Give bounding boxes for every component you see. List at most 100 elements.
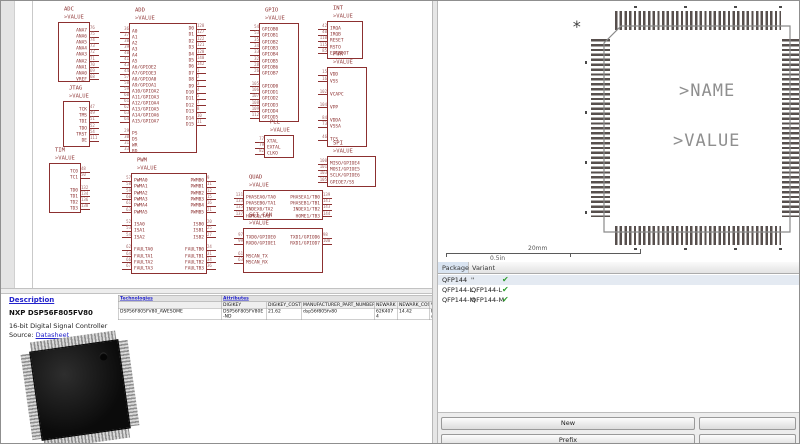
pin-number: 48 — [81, 166, 86, 171]
attr-value[interactable]: 21.62 — [266, 308, 302, 320]
pin-name: TDI — [78, 119, 87, 125]
part-summary: 16-bit Digital Signal Controller — [9, 322, 108, 330]
attr-value[interactable]: 62K4074 — [374, 308, 398, 320]
pin-number: 15 — [322, 69, 327, 74]
pin-number: 121 — [197, 42, 205, 48]
pin-number: 36 — [207, 263, 212, 269]
tick-mark — [684, 248, 687, 250]
attr-value[interactable]: 14.42 — [397, 308, 430, 320]
symbol-pwr[interactable]: PWR >VALUE VDD 15 VSS 16 VCAPC 102 VPP 104 VDDA 84 V… — [318, 51, 367, 147]
variant-name: '' — [471, 276, 475, 284]
description-link[interactable]: Description — [9, 296, 54, 304]
library-device-editor-window: ADC >VALUE ANA7 76 ANA6 75 ANA5 74 ANA4 73 ANA3 72 A… — [0, 0, 800, 444]
tick-mark — [585, 111, 587, 114]
package-preview-canvas[interactable]: * >NAME >VALUE 20mm 0.5in — [438, 1, 799, 262]
pin-line — [206, 268, 216, 270]
pin-name: RD — [132, 149, 138, 154]
pin-name: A15/GPIOA7 — [132, 119, 160, 124]
pin-name: PWMA0 — [134, 178, 148, 183]
symbol-tim[interactable]: TIM >VALUE TC0 48 TC1 50 TD0 132 TD1 134 TD2 136 TD3… — [49, 147, 90, 213]
pin-name: VSS — [330, 78, 339, 84]
origin-marker: * — [572, 17, 582, 36]
pin-name: VCAPC — [330, 91, 344, 97]
pin-number: 3 — [197, 81, 200, 86]
symbol-title: ADD — [135, 6, 145, 13]
column-header-variant[interactable]: Variant — [472, 264, 495, 272]
pin-number: 21 — [207, 207, 212, 212]
pin-number: 7 — [197, 100, 200, 105]
attr-value[interactable]: dsp56f805fv80 — [301, 308, 375, 320]
symbol-value-placeholder: >VALUE — [265, 14, 285, 21]
pin-name: GPIOD2 — [262, 96, 279, 102]
pin-number: 43 — [124, 62, 129, 67]
pin-number: 40 — [322, 29, 327, 35]
symbol-jtag[interactable]: JTAG >VALUE TCK 47 TMS 49 TDI 51 TDO 52 TRST 54 DE 11… — [63, 85, 99, 147]
pin-name: GPIOE7/SS — [330, 179, 355, 185]
symbol-value-placeholder: >VALUE — [64, 13, 84, 20]
pin-name: GPIOB3 — [262, 45, 279, 51]
pin-number: 109 — [251, 106, 259, 111]
pin-name: ANA3 — [76, 52, 87, 58]
package-value-placeholder: >VALUE — [673, 131, 741, 151]
symbol-sci_can[interactable]: SCI_CAN >VALUE TXD0/GPIOE0 97 RXD0/GPIOE1 99 M… — [234, 212, 332, 273]
pin-name: FAULTB1 — [185, 253, 204, 259]
variant-name: QFP144-L — [471, 286, 503, 294]
symbol-value-placeholder: >VALUE — [55, 154, 75, 161]
symbol-title: TIM — [55, 146, 65, 153]
pin-name: PWMA4 — [134, 203, 148, 209]
pin-name: TD2 — [69, 200, 78, 205]
pin-number: 141 — [323, 198, 331, 204]
symbol-gpio[interactable]: GPIO >VALUE GPIOB0 54 GPIOB1 53 GPIOB2 35 GPIOB3… — [250, 7, 299, 122]
column-header-package[interactable]: Package ▴ — [438, 262, 469, 273]
technology-value[interactable]: DSP56F805FV80_AWESOME — [118, 308, 222, 320]
pin-line — [196, 124, 206, 126]
new-button[interactable]: New — [441, 417, 695, 430]
variant-row[interactable]: QFP144-L QFP144-L ✔ — [438, 285, 799, 295]
pin-name: GPIOB5 — [262, 58, 279, 64]
symbol-editor-canvas[interactable]: ADC >VALUE ANA7 76 ANA6 75 ANA5 74 ANA4 73 ANA3 72 A… — [1, 1, 432, 288]
symbol-pll[interactable]: PLL >VALUE XTAL 77 EXTAL 79 CLKO 82 — [255, 119, 294, 158]
pin-line — [206, 212, 216, 213]
attr-value[interactable]: Freescale — [428, 308, 432, 320]
pin-name: GPIOB4 — [262, 52, 279, 58]
pin-number: 10 — [197, 113, 202, 118]
attr-value[interactable]: DSP56F805FV80E-ND — [221, 308, 267, 320]
symbol-value-placeholder: >VALUE — [135, 14, 155, 21]
symbol-adc[interactable]: ADC >VALUE ANA7 76 ANA6 75 ANA5 74 ANA4 73 ANA3 72 A… — [58, 6, 99, 82]
pin-number: 2 — [197, 74, 200, 80]
symbol-spi[interactable]: SPI >VALUE MISO/GPIOE4 100 MOSI/GPIOE5 101 SCL… — [318, 140, 376, 187]
pin-line — [234, 262, 244, 264]
variant-row[interactable]: QFP144 '' ✔ — [438, 275, 799, 285]
prefix-button[interactable]: Prefix — [441, 434, 695, 443]
pin-number: 58 — [126, 181, 131, 187]
pin-number: 8 — [197, 106, 200, 112]
aux-button-1[interactable] — [699, 417, 796, 430]
pin-number: 77 — [259, 136, 264, 141]
pin-name: PHASEA1/TB0 — [290, 195, 320, 200]
pin-number: 16 — [207, 200, 212, 206]
aux-button-2[interactable] — [699, 434, 796, 443]
pin-number: 63 — [124, 110, 129, 115]
symbol-pwm[interactable]: PWM >VALUE PWMA0 57 PWMA1 58 PWMA2 59 PWMA3 60 PWM… — [122, 157, 216, 274]
pin-name: GPIOB0 — [262, 27, 279, 32]
pin-number: 15 — [207, 194, 212, 199]
pin-number: 44 — [124, 68, 129, 73]
pin-name: ISB2 — [193, 234, 204, 240]
pin-name: INDEX1/TB2 — [292, 207, 320, 213]
pin-number: 11 — [207, 181, 212, 187]
variant-list[interactable]: Package ▴ Variant QFP144 '' ✔ QFP144-L QFP14… — [438, 262, 799, 413]
pin-line — [122, 212, 132, 213]
pin-number: 140 — [197, 55, 205, 60]
pin-name: D12 — [185, 102, 194, 108]
symbol-add[interactable]: ADD >VALUE A0 36 A1 37 A2 38 A3 39 A4 40 A5 41 A6/GPIO… — [120, 7, 206, 154]
approved-check-icon: ✔ — [502, 275, 509, 284]
pin-name: TC0 — [69, 169, 78, 174]
pin-number: 59 — [126, 188, 131, 193]
variant-row[interactable]: QFP144-M QFP144-M ✔ — [438, 295, 799, 305]
attributes-table: Technologies Attributes DIGIKEY DIGIKEY_C… — [118, 295, 432, 320]
pin-number: 25 — [207, 225, 212, 231]
attributes-header-link[interactable]: Attributes — [223, 296, 249, 301]
pin-number: 60 — [126, 194, 131, 199]
pin-number: 20 — [207, 219, 212, 225]
technologies-header-link[interactable]: Technologies — [120, 296, 153, 301]
